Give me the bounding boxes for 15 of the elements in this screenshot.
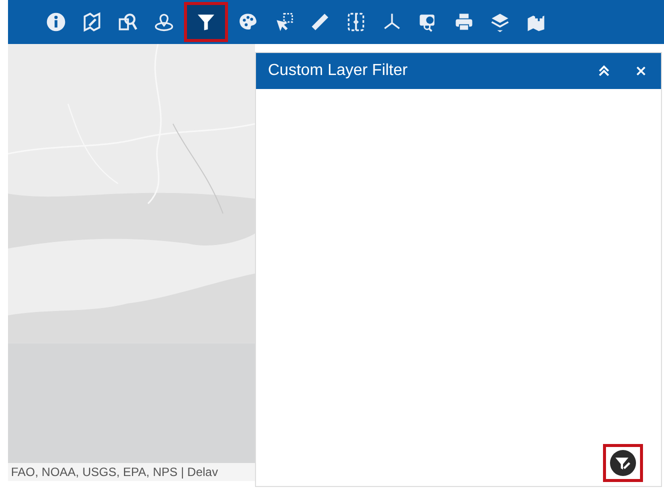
- magnifier-icon: [117, 11, 139, 33]
- printer-icon: [453, 11, 475, 33]
- map-attribution: FAO, NOAA, USGS, EPA, NPS | Delav: [8, 463, 255, 481]
- filter-edit-button[interactable]: [603, 444, 643, 482]
- panel-title: Custom Layer Filter: [268, 62, 409, 80]
- map-pencil-icon: [81, 11, 103, 33]
- location-pin-icon: [153, 11, 175, 33]
- swipe-icon: [345, 11, 367, 33]
- layers-icon: [489, 11, 511, 33]
- info-icon: [45, 11, 67, 33]
- collapse-icon[interactable]: [597, 64, 611, 78]
- ruler-icon: [309, 11, 331, 33]
- tool-button[interactable]: [184, 2, 228, 42]
- filter-pencil-icon: [610, 450, 636, 476]
- close-icon[interactable]: [635, 65, 647, 77]
